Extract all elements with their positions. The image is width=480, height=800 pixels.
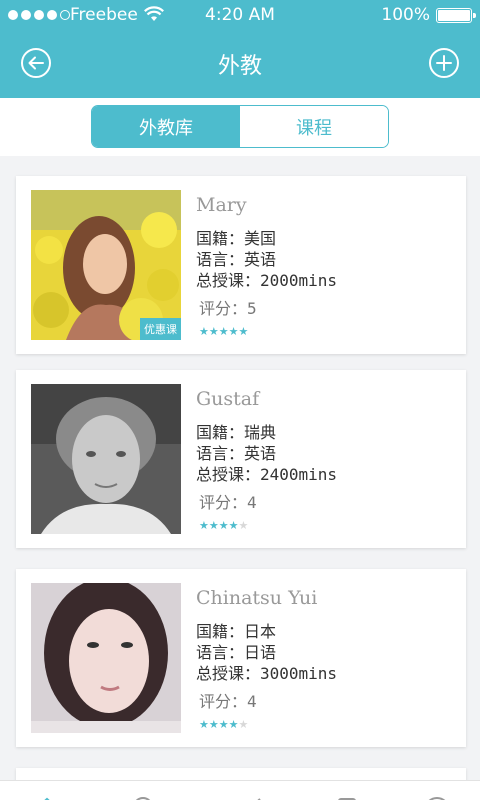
bottom-tab-bar xyxy=(0,780,480,800)
page-title: 外教 xyxy=(217,54,262,79)
teacher-card[interactable]: 优惠课 Mary 国籍：美国 语言：英语 总授课：2000mins 评分：5 ★… xyxy=(16,176,466,354)
star-icon: ★ xyxy=(218,325,229,338)
teacher-rating-text: 评分：5 xyxy=(199,299,257,318)
segment-bar: 外教库 课程 xyxy=(0,98,480,156)
rating-stars: ★★★★★ xyxy=(196,718,337,731)
teacher-info: Chinatsu Yui 国籍：日本 语言：日语 总授课：3000mins 评分… xyxy=(196,587,337,731)
teacher-card[interactable]: Chinatsu Yui 国籍：日本 语言：日语 总授课：3000mins 评分… xyxy=(16,569,466,747)
teacher-name: Mary xyxy=(196,194,247,216)
teacher-card[interactable]: Gustaf 国籍：瑞典 语言：英语 总授课：2400mins 评分：4 ★★★… xyxy=(16,370,466,548)
teacher-list: 优惠课 Mary 国籍：美国 语言：英语 总授课：2000mins 评分：5 ★… xyxy=(0,156,480,780)
teacher-name: Chinatsu Yui xyxy=(196,587,318,609)
battery-percent: 100% xyxy=(381,5,430,25)
teacher-nationality: 国籍：瑞典 xyxy=(196,423,277,442)
teacher-info: Mary 国籍：美国 语言：英语 总授课：2000mins 评分：5 ★★★★★ xyxy=(196,194,337,338)
teacher-photo xyxy=(31,384,181,534)
document-tab-icon[interactable] xyxy=(336,793,358,800)
star-icon: ★ xyxy=(208,718,219,731)
teacher-language: 语言：日语 xyxy=(196,643,277,662)
star-icon: ★ xyxy=(228,519,239,532)
teacher-card[interactable] xyxy=(16,768,466,780)
star-icon: ★ xyxy=(199,519,209,532)
teacher-total-lessons: 总授课：2000mins xyxy=(196,271,338,290)
promo-badge: 优惠课 xyxy=(140,318,181,340)
star-icon: ★ xyxy=(238,718,249,731)
star-icon: ★ xyxy=(238,519,249,532)
home-tab-icon[interactable] xyxy=(36,793,58,800)
teacher-photo xyxy=(31,583,181,733)
rating-stars: ★★★★★ xyxy=(196,519,337,532)
star-icon: ★ xyxy=(238,325,249,338)
star-icon: ★ xyxy=(218,718,229,731)
star-icon: ★ xyxy=(208,325,219,338)
star-icon: ★ xyxy=(199,325,209,338)
profile-tab-icon[interactable] xyxy=(424,793,450,800)
star-icon: ★ xyxy=(228,325,239,338)
teacher-rating-text: 评分：4 xyxy=(199,692,257,711)
star-icon: ★ xyxy=(199,718,209,731)
teacher-rating-text: 评分：4 xyxy=(199,493,257,512)
edit-tab-icon[interactable] xyxy=(244,793,266,800)
teacher-language: 语言：英语 xyxy=(196,250,277,269)
teacher-nationality: 国籍：美国 xyxy=(196,229,277,248)
star-icon: ★ xyxy=(228,718,239,731)
teacher-nationality: 国籍：日本 xyxy=(196,622,277,641)
tab-courses[interactable]: 课程 xyxy=(240,106,388,147)
teacher-total-lessons: 总授课：3000mins xyxy=(196,664,338,683)
discover-tab-icon[interactable] xyxy=(132,793,154,800)
teacher-info: Gustaf 国籍：瑞典 语言：英语 总授课：2400mins 评分：4 ★★★… xyxy=(196,388,337,532)
rating-stars: ★★★★★ xyxy=(196,325,337,338)
tab-teacher-library[interactable]: 外教库 xyxy=(92,106,240,147)
teacher-total-lessons: 总授课：2400mins xyxy=(196,465,338,484)
star-icon: ★ xyxy=(208,519,219,532)
star-icon: ★ xyxy=(218,519,229,532)
teacher-name: Gustaf xyxy=(196,388,260,410)
battery-icon xyxy=(436,8,476,23)
add-circle-icon[interactable] xyxy=(428,47,460,79)
teacher-language: 语言：英语 xyxy=(196,444,277,463)
segmented-control: 外教库 课程 xyxy=(91,105,389,148)
nav-bar: 外教 xyxy=(0,30,480,98)
status-bar: Freebee 4:20 AM 100% xyxy=(0,0,480,30)
teacher-photo: 优惠课 xyxy=(31,190,181,340)
